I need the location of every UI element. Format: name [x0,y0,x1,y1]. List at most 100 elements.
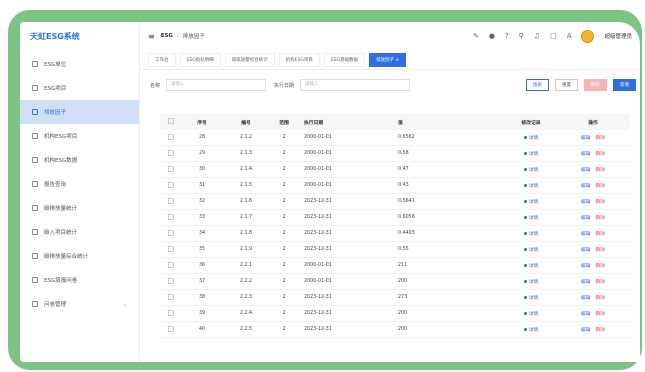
view-history-link[interactable]: 详情 [506,246,556,253]
cell-value: 0.43 [398,183,409,188]
factor-table: 序号 编号 范围 执行日期 值 修改记录 操作 28 2.1.2 2 2000-01-… [160,114,630,338]
cell-date: 2023-12-31 [304,295,332,300]
sidebar-item[interactable]: 排放因子 [20,100,139,124]
view-history-link[interactable]: 详情 [506,294,556,301]
bell-icon[interactable]: ♫ [534,32,540,40]
reset-button[interactable]: 重置 [555,79,578,91]
delete-button[interactable]: 删除 [584,79,607,91]
view-history-link[interactable]: 详情 [506,134,556,141]
edit-button[interactable]: 编辑 [581,230,591,237]
cell-code: 2.1.7 [239,215,253,220]
row-checkbox[interactable] [160,245,182,254]
sidebar-item[interactable]: 碳排放量统计 [20,196,139,220]
sidebar-item[interactable]: 问卷管理 ⌄ [20,292,139,316]
row-checkbox[interactable] [160,309,182,318]
view-history-link[interactable]: 详情 [506,150,556,157]
search-button[interactable]: 搜索 [526,79,549,91]
row-checkbox[interactable] [160,261,182,270]
delete-row-button[interactable]: 删除 [596,230,606,237]
edit-button[interactable]: 编辑 [581,294,591,301]
row-checkbox[interactable] [160,149,182,158]
add-button[interactable]: 新增 [613,79,636,91]
view-history-link[interactable]: 详情 [506,262,556,269]
view-history-link[interactable]: 详情 [506,310,556,317]
row-checkbox[interactable] [160,213,182,222]
edit-button[interactable]: 编辑 [581,326,591,333]
menu-toggle-icon[interactable]: ≡ [148,32,155,41]
sidebar-item[interactable]: 报告查询 [20,172,139,196]
row-checkbox[interactable] [160,133,182,142]
view-history-link[interactable]: 详情 [506,198,556,205]
tab[interactable]: 排放因子 × [369,52,407,67]
edit-button[interactable]: 编辑 [581,182,591,189]
row-checkbox[interactable] [160,325,182,334]
row-checkbox[interactable] [160,181,182,190]
table-row: 37 2.2.2 2 2000-01-01 200 详情 编辑 删除 [160,274,630,290]
pin-icon[interactable]: ✎ [473,32,479,40]
view-history-link[interactable]: 详情 [506,182,556,189]
delete-row-button[interactable]: 删除 [596,198,606,205]
view-label: 详情 [528,296,539,301]
document-icon [32,85,38,91]
breadcrumb-root[interactable]: ESG [161,33,173,39]
edit-button[interactable]: 编辑 [581,246,591,253]
delete-row-button[interactable]: 删除 [596,150,606,157]
sidebar-item[interactable]: 机构ESG数据 [20,148,139,172]
view-history-link[interactable]: 详情 [506,214,556,221]
view-history-link[interactable]: 详情 [506,166,556,173]
delete-row-button[interactable]: 删除 [596,246,606,253]
app-window: 天虹ESG系统 ESG单位 ESG项目 排放因子 机构ESG项目 机构ESG数据 报告查询… [20,22,640,362]
tab[interactable]: 碳排放量综合统计 [224,52,275,67]
eye-icon [523,152,527,155]
sidebar-item[interactable]: ESG填报问卷 [20,268,139,292]
cell-code: 2.2.5 [239,327,253,332]
edit-button[interactable]: 编辑 [581,262,591,269]
delete-row-button[interactable]: 删除 [596,134,606,141]
row-checkbox[interactable] [160,165,182,174]
name-input[interactable]: 请输入 [166,79,267,91]
search-icon[interactable]: ⚲ [519,32,524,40]
delete-row-button[interactable]: 删除 [596,166,606,173]
tab[interactable]: 机构ESG项目 [278,52,320,67]
tab[interactable]: 工作台 [148,52,176,67]
font-size-icon[interactable]: A [567,32,572,40]
row-checkbox[interactable] [160,197,182,206]
sidebar-item[interactable]: 机构ESG项目 [20,124,139,148]
delete-row-button[interactable]: 删除 [596,278,606,285]
select-all-checkbox[interactable] [160,118,182,126]
breadcrumb-current: 排放因子 [182,34,205,40]
tab[interactable]: ESG指标明细 [179,52,221,67]
edit-button[interactable]: 编辑 [581,134,591,141]
delete-row-button[interactable]: 删除 [596,214,606,221]
github-icon[interactable]: ● [489,32,495,40]
edit-button[interactable]: 编辑 [581,278,591,285]
view-history-link[interactable]: 详情 [506,326,556,333]
date-input[interactable]: 请输入 [300,79,411,91]
delete-row-button[interactable]: 删除 [596,182,606,189]
row-actions: 编辑 删除 [556,166,630,173]
sidebar-item[interactable]: 碳排放量综合统计 [20,244,139,268]
sidebar-item[interactable]: 碳入项目统计 [20,220,139,244]
edit-button[interactable]: 编辑 [581,198,591,205]
edit-button[interactable]: 编辑 [581,150,591,157]
edit-button[interactable]: 编辑 [581,310,591,317]
view-label: 详情 [528,136,539,141]
row-checkbox[interactable] [160,277,182,286]
user-name[interactable]: 超级管理员 [604,32,632,40]
delete-row-button[interactable]: 删除 [596,294,606,301]
row-checkbox[interactable] [160,229,182,238]
view-history-link[interactable]: 详情 [506,230,556,237]
edit-button[interactable]: 编辑 [581,166,591,173]
avatar[interactable] [581,29,595,43]
tab[interactable]: ESG基础数据 [323,52,366,67]
delete-row-button[interactable]: 删除 [596,310,606,317]
row-checkbox[interactable] [160,293,182,302]
delete-row-button[interactable]: 删除 [596,326,606,333]
fullscreen-icon[interactable]: □ [550,32,557,40]
view-history-link[interactable]: 详情 [506,278,556,285]
sidebar-item[interactable]: ESG单位 [20,52,139,76]
question-icon[interactable]: ? [505,32,509,40]
edit-button[interactable]: 编辑 [581,214,591,221]
sidebar-item[interactable]: ESG项目 [20,76,139,100]
delete-row-button[interactable]: 删除 [596,262,606,269]
